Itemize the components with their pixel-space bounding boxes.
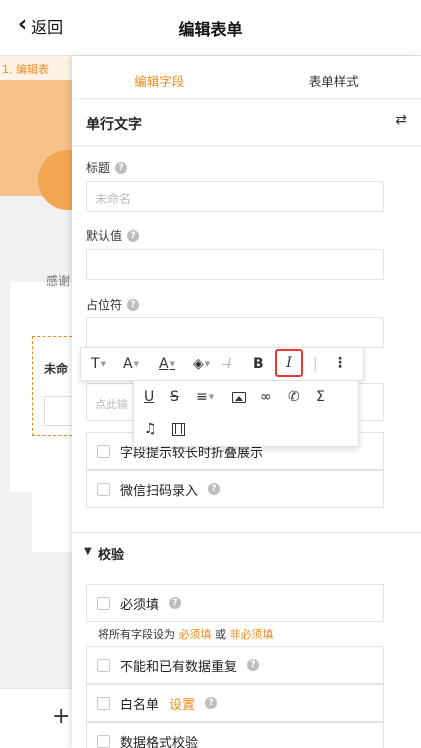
formula-icon[interactable]: Σ — [316, 387, 325, 407]
field-type-header: 单行文字 ⇄ — [72, 100, 421, 146]
preview-text: 感谢 — [46, 274, 71, 288]
default-value-label: 默认值 ? — [86, 227, 140, 244]
title-input[interactable]: 未命名 — [86, 181, 384, 212]
music-icon[interactable]: ♫ — [144, 419, 157, 439]
whitelist-settings-link[interactable]: 设置 — [169, 694, 195, 713]
preview-field-input — [44, 396, 72, 426]
page-title: 编辑表单 — [178, 20, 243, 39]
text-size-tool[interactable]: A▼ — [123, 354, 139, 374]
rich-text-toolbar: T▼ A▼ A▼ ◈▼ I̶ B I | ⋮ — [80, 347, 364, 381]
field-edit-panel: 编辑字段 表单样式 单行文字 ⇄ 标题 ? 未命名 默认值 ? 占位符 ? 点此… — [72, 56, 421, 748]
set-all-optional-link[interactable]: 非必须填 — [230, 628, 274, 641]
checkbox[interactable] — [97, 596, 110, 610]
paint-bucket-icon[interactable]: ◈▼ — [193, 354, 210, 374]
bottom-bar: + — [0, 688, 72, 748]
help-icon[interactable]: ? — [169, 597, 182, 609]
font-size-tool[interactable]: T▼ — [91, 354, 106, 374]
help-icon[interactable]: ? — [127, 298, 140, 311]
bold-tool[interactable]: B — [253, 354, 264, 374]
checkbox[interactable] — [97, 696, 110, 710]
clear-format-icon[interactable]: I̶ — [227, 354, 231, 374]
top-nav-bar: ‹ 返回 编辑表单 — [0, 0, 421, 56]
checkbox[interactable] — [97, 444, 110, 458]
underline-tool[interactable]: U — [144, 387, 154, 407]
title-label: 标题 ? — [86, 159, 128, 176]
placeholder-label: 占位符 ? — [86, 296, 140, 313]
set-all-required-link[interactable]: 必须填 — [179, 628, 212, 641]
preview-tab[interactable]: 1. 编辑表 — [0, 56, 72, 80]
checkbox[interactable] — [97, 482, 110, 496]
help-icon[interactable]: ? — [247, 659, 260, 671]
panel-tabs: 编辑字段 表单样式 — [72, 56, 421, 99]
help-icon[interactable]: ? — [205, 697, 218, 709]
more-icon[interactable]: ⋮ — [333, 353, 347, 373]
link-icon[interactable]: ∞ — [260, 387, 272, 407]
format-check-option[interactable]: 数据格式校验 — [86, 722, 384, 748]
whitelist-option[interactable]: 白名单 设置 ? — [86, 684, 384, 722]
image-icon[interactable] — [232, 387, 246, 407]
help-icon[interactable]: ? — [115, 161, 128, 174]
bulk-required-hint: 将所有字段设为 必须填 或 非必须填 — [98, 628, 274, 641]
validation-section-header[interactable]: ▼ 校验 — [72, 532, 421, 572]
divider: | — [313, 356, 318, 372]
video-icon[interactable] — [172, 419, 185, 439]
default-value-input[interactable] — [86, 249, 384, 280]
tab-form-style[interactable]: 表单样式 — [247, 56, 421, 98]
validation-label: 校验 — [98, 548, 125, 563]
help-icon[interactable]: ? — [127, 229, 140, 242]
italic-tool[interactable]: I — [275, 349, 303, 377]
rich-text-toolbar-more: U S ≡▼ ∞ ✆ Σ ♫ — [133, 381, 359, 447]
tab-edit-fields[interactable]: 编辑字段 — [72, 56, 247, 98]
no-duplicate-option[interactable]: 不能和已有数据重复 ? — [86, 646, 384, 684]
preview-field-title: 未命 — [44, 362, 69, 376]
field-type-label: 单行文字 — [86, 117, 142, 133]
checkbox[interactable] — [97, 734, 110, 748]
wechat-scan-option[interactable]: 微信扫码录入 ? — [86, 470, 384, 508]
switch-type-icon[interactable]: ⇄ — [395, 112, 407, 128]
help-icon[interactable]: ? — [208, 483, 221, 495]
checkbox[interactable] — [97, 658, 110, 672]
align-icon[interactable]: ≡▼ — [196, 387, 214, 407]
form-banner — [0, 80, 98, 210]
collapse-triangle-icon: ▼ — [84, 546, 92, 557]
validation-options: 必须填 ? 将所有字段设为 必须填 或 非必须填 不能和已有数据重复 ? 白名单… — [72, 572, 421, 748]
add-field-button[interactable]: + — [52, 704, 70, 729]
phone-icon[interactable]: ✆ — [288, 387, 300, 407]
preview-card-2 — [32, 452, 72, 552]
required-option[interactable]: 必须填 ? — [86, 584, 384, 622]
placeholder-input[interactable] — [86, 317, 384, 348]
field-settings: 标题 ? 未命名 默认值 ? 占位符 ? 点此输 T▼ A▼ A▼ ◈▼ I̶ … — [72, 147, 421, 587]
font-color-tool[interactable]: A▼ — [159, 354, 175, 374]
strikethrough-tool[interactable]: S — [170, 387, 179, 407]
